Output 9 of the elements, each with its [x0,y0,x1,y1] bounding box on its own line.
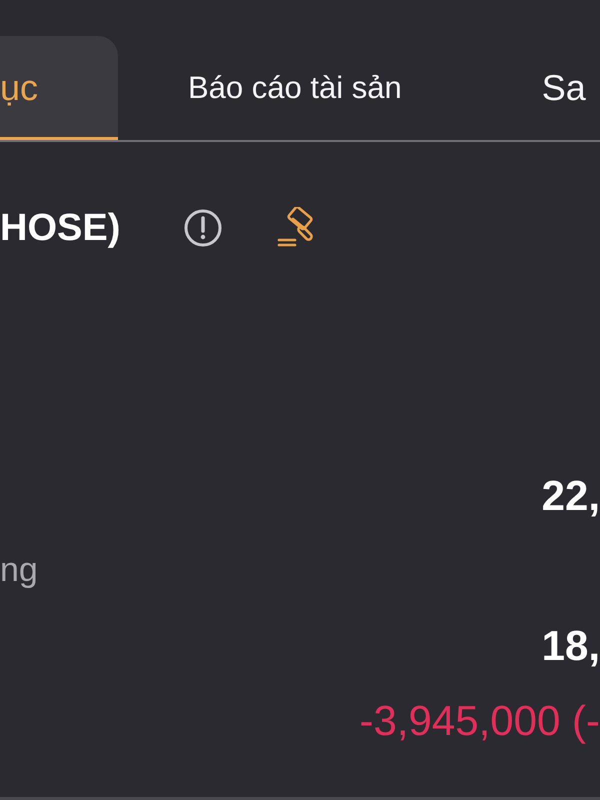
tab[interactable]: Sa [472,36,586,140]
amount-value: 22, [542,472,600,520]
info-icon[interactable] [184,209,222,247]
tab[interactable]: ục [0,36,118,140]
row-label: ng [0,551,38,590]
change-value: -3,945,000 (- [360,696,600,744]
amount-value: 18, [542,622,600,670]
tab[interactable]: Báo cáo tài sản [118,36,472,140]
section-title: HOSE) [0,206,120,250]
